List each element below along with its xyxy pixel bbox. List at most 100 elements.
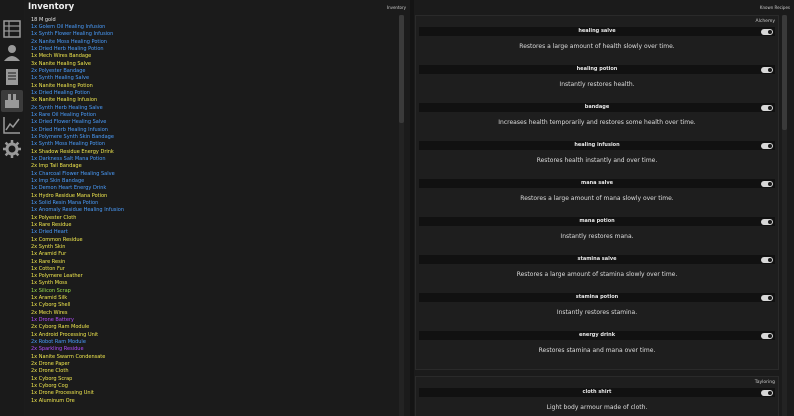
inventory-scrollbar[interactable] [399, 15, 404, 123]
inventory-item[interactable]: 1x Silicon Scrap [31, 288, 391, 295]
recipe-toggle[interactable] [761, 66, 773, 73]
recipe-toggle[interactable] [761, 28, 773, 35]
gold-amount: 18 M gold [31, 17, 56, 23]
inventory-item[interactable]: 2x Synth Herb Healing Salve [31, 105, 391, 112]
recipe-name: bandage [584, 104, 610, 110]
inventory-item[interactable]: 1x Cotton Fur [31, 266, 391, 273]
inventory-item[interactable]: 2x Synth Skin [31, 244, 391, 251]
inventory-item[interactable]: 1x Darkness Salt Mana Potion [31, 156, 391, 163]
inventory-item[interactable]: 1x Golem Oil Healing Infusion [31, 24, 391, 31]
inventory-item[interactable]: 1x Drone Processing Unit [31, 390, 391, 397]
inventory-item[interactable]: 3x Nanite Healing Infusion [31, 97, 391, 104]
inventory-item[interactable]: 1x Synth Moss Healing Potion [31, 141, 391, 148]
inventory-item[interactable]: 2x Robot Ram Module [31, 339, 391, 346]
recipe-description: Instantly restores health. [559, 81, 635, 88]
recipe-toggle[interactable] [761, 389, 773, 396]
inventory-item[interactable]: 1x Mech Wires Bandage [31, 53, 391, 60]
inventory-item[interactable]: 1x Common Residue [31, 237, 391, 244]
character-icon [4, 45, 20, 61]
inventory-item[interactable]: 1x Nanite Healing Potion [31, 83, 391, 90]
inventory-item[interactable]: 2x Cyborg Ram Module [31, 324, 391, 331]
inventory-item[interactable]: 1x Shadow Residue Energy Drink [31, 149, 391, 156]
inventory-item[interactable]: 1x Cyborg Scrap [31, 376, 391, 383]
inventory-item[interactable]: 1x Dried Herb Healing Potion [31, 46, 391, 53]
recipe-toggle[interactable] [761, 104, 773, 111]
recipe-header-bar: mana potion [419, 217, 775, 226]
recipe-header-bar: healing potion [419, 65, 775, 74]
recipe-name: energy drink [578, 332, 616, 338]
inventory-item[interactable]: 1x Synth Flower Healing Infusion [31, 31, 391, 38]
recipe-header-bar: stamina potion [419, 293, 775, 302]
inventory-item[interactable]: 1x Android Processing Unit [31, 332, 391, 339]
recipe-header-bar: healing infusion [419, 141, 775, 150]
recipe-category-title: Tayloring [754, 380, 775, 385]
recipe-name: stamina potion [575, 294, 619, 300]
inventory-item[interactable]: 1x Cyborg Cog [31, 383, 391, 390]
recipe-description: Restores stamina and mana over time. [538, 347, 656, 354]
inventory-item[interactable]: 1x Rare Residue [31, 222, 391, 229]
inventory-item[interactable]: 1x Aluminum Ore [31, 398, 391, 405]
sidebar-button-crafting[interactable] [1, 90, 23, 112]
inventory-item[interactable]: 1x Charcoal Flower Healing Salve [31, 171, 391, 178]
inventory-item[interactable]: 1x Aramid Silk [31, 295, 391, 302]
recipe-description: Instantly restores mana. [560, 233, 634, 240]
inventory-item[interactable]: 1x Polyester Cloth [31, 215, 391, 222]
recipe-toggle[interactable] [761, 142, 773, 149]
inventory-item[interactable]: 1x Solid Resin Mana Potion [31, 200, 391, 207]
recipe-description: Light body armour made of cloth. [546, 404, 648, 411]
inventory-panel: Inventory Inventory 18 M gold 1x Golem O… [25, 0, 410, 416]
recipe-description: Restores a large amount of mana slowly o… [520, 195, 674, 202]
inventory-item[interactable]: 2x Drone Paper [31, 361, 391, 368]
inventory-item[interactable]: 1x Dried Flower Healing Salve [31, 119, 391, 126]
inventory-item[interactable]: 1x Dried Heart [31, 229, 391, 236]
recipe-name: mana potion [579, 218, 615, 224]
inventory-item[interactable]: 1x Drone Battery [31, 317, 391, 324]
inventory-item[interactable]: 1x Dried Healing Potion [31, 90, 391, 97]
inventory-item[interactable]: 1x Polymere Synth Skin Bandage [31, 134, 391, 141]
recipe-header-bar: energy drink [419, 331, 775, 340]
recipe-header-bar: healing salve [419, 27, 775, 36]
inventory-item[interactable]: 1x Aramid Fur [31, 251, 391, 258]
inventory-item[interactable]: 1x Hydro Residue Mana Potion [31, 193, 391, 200]
recipe-header-bar: cloth shirt [419, 388, 775, 397]
recipe-toggle[interactable] [761, 332, 773, 339]
recipe-header-bar: bandage [419, 103, 775, 112]
inventory-item[interactable]: 1x Imp Skin Bandage [31, 178, 391, 185]
recipe-toggle[interactable] [761, 218, 773, 225]
inventory-item[interactable]: 2x Polyester Bandage [31, 68, 391, 75]
sidebar-button-quests[interactable] [1, 66, 23, 88]
inventory-item[interactable]: 3x Nanite Healing Salve [31, 61, 391, 68]
inventory-grid-icon [3, 20, 21, 38]
quest-scroll-icon [6, 69, 18, 85]
recipe-name: healing potion [576, 66, 618, 72]
recipe-toggle[interactable] [761, 180, 773, 187]
inventory-item[interactable]: 1x Synth Healing Salve [31, 75, 391, 82]
inventory-item[interactable]: 1x Nanite Swarm Condensate [31, 354, 391, 361]
sidebar-button-settings[interactable] [1, 138, 23, 160]
inventory-item[interactable]: 1x Demon Heart Energy Drink [31, 185, 391, 192]
recipe-name: stamina salve [577, 256, 617, 262]
inventory-item[interactable]: 2x Imp Tail Bandage [31, 163, 391, 170]
recipes-scrollbar[interactable] [782, 15, 787, 130]
inventory-item[interactable]: 1x Rare Oil Healing Potion [31, 112, 391, 119]
sidebar-button-inventory[interactable] [1, 18, 23, 40]
sidebar-button-character[interactable] [1, 42, 23, 64]
recipe-row: stamina salve Restores a large amount of … [416, 255, 778, 293]
stats-chart-icon [3, 117, 20, 134]
inventory-item[interactable]: 1x Polymere Leather [31, 273, 391, 280]
inventory-item[interactable]: 2x Sparkling Residue [31, 346, 391, 353]
inventory-item[interactable]: 2x Drone Cloth [31, 368, 391, 375]
recipe-toggle[interactable] [761, 294, 773, 301]
inventory-item[interactable]: 1x Dried Herb Healing Infusion [31, 127, 391, 134]
inventory-item[interactable]: 2x Nanite Moss Healing Potion [31, 39, 391, 46]
recipe-row: energy drink Restores stamina and mana ov… [416, 331, 778, 369]
recipe-row: bandage Increases health temporarily and … [416, 103, 778, 141]
sidebar-button-stats[interactable] [1, 114, 23, 136]
recipe-row: healing infusion Restores health instantl… [416, 141, 778, 179]
inventory-item[interactable]: 2x Mech Wires [31, 310, 391, 317]
inventory-item[interactable]: 1x Cyborg Shell [31, 302, 391, 309]
inventory-item[interactable]: 1x Synth Moss [31, 280, 391, 287]
inventory-item[interactable]: 1x Rare Resin [31, 259, 391, 266]
recipe-toggle[interactable] [761, 256, 773, 263]
inventory-item[interactable]: 1x Anomaly Residue Healing Infusion [31, 207, 391, 214]
